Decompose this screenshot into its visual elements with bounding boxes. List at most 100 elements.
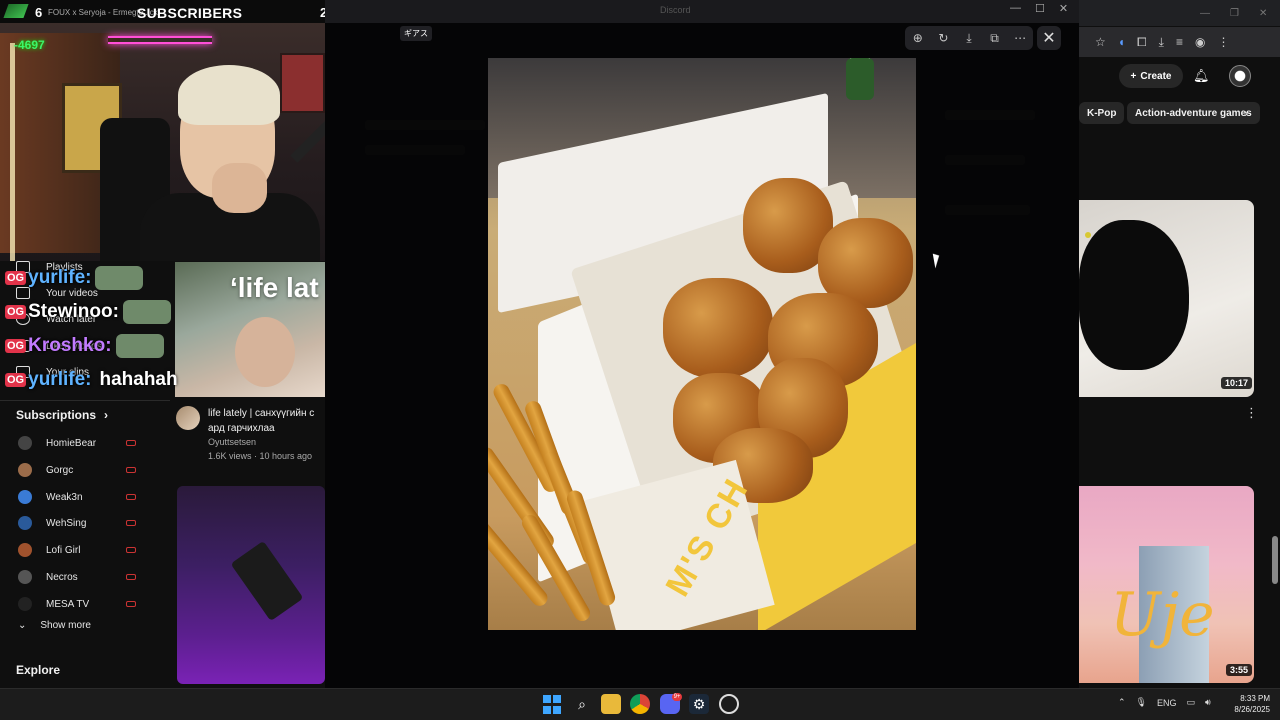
create-button[interactable]: + Create: [1119, 64, 1183, 88]
thumbnail-cat-eye: [1085, 232, 1091, 238]
video-duration: 10:17: [1221, 377, 1253, 389]
live-indicator-icon: [126, 494, 136, 500]
window-close-icon[interactable]: ✕: [1259, 8, 1267, 19]
queue-icon[interactable]: ≡: [1176, 35, 1183, 49]
sidebar-item-subscription[interactable]: Necros: [18, 567, 138, 587]
chrome-window-controls: — ❐ ✕: [1200, 8, 1267, 19]
subscription-name: MESA TV: [46, 598, 90, 610]
chat-message: OG Kroshko:: [5, 331, 164, 361]
channel-avatar: [18, 490, 32, 504]
more-options-icon[interactable]: ⋮: [1245, 405, 1258, 421]
more-icon[interactable]: ⋯: [1011, 29, 1029, 47]
live-indicator-icon: [126, 440, 136, 446]
subscription-name: Necros: [46, 571, 78, 583]
plus-icon: +: [1130, 70, 1137, 82]
channel-avatar[interactable]: [176, 406, 200, 430]
channel-avatar: [18, 543, 32, 557]
chat-username: Stewinoo:: [28, 301, 119, 322]
maximize-icon[interactable]: ☐: [1035, 2, 1045, 15]
chip-action-adventure[interactable]: Action-adventure games: [1127, 102, 1260, 124]
video-thumbnail[interactable]: [177, 486, 325, 684]
file-explorer-icon[interactable]: [601, 694, 621, 714]
profile-icon[interactable]: ◉: [1195, 35, 1205, 49]
live-indicator-icon: [126, 467, 136, 473]
minimize-icon[interactable]: —: [1200, 8, 1210, 19]
thumbnail-cat: [1079, 220, 1189, 370]
photo-chicken: [663, 278, 773, 378]
display-icon[interactable]: ▭: [1187, 697, 1196, 708]
bookmark-star-icon[interactable]: ☆: [1095, 35, 1106, 49]
clock-date: 8/26/2025: [1234, 705, 1270, 714]
mic-icon[interactable]: 🎙︎: [1136, 697, 1147, 708]
open-external-icon[interactable]: ⧉: [986, 29, 1004, 47]
app-icon[interactable]: [719, 694, 739, 714]
puzzle-icon[interactable]: ⧠: [1137, 35, 1147, 50]
language-indicator[interactable]: ENG: [1157, 698, 1177, 708]
chevron-up-icon[interactable]: ⌃: [1118, 697, 1126, 708]
chrome-icon[interactable]: [630, 694, 650, 714]
photo-bottle: [846, 58, 874, 100]
sidebar-item-subscription[interactable]: WehSing: [18, 513, 138, 533]
bell-icon[interactable]: 🔔︎: [1193, 68, 1210, 84]
clock-time: 8:33 PM: [1240, 694, 1270, 703]
search-icon[interactable]: ⌕: [572, 694, 592, 714]
download-icon[interactable]: ⤓: [960, 29, 978, 47]
sidebar-item-subscription[interactable]: MESA TV: [18, 594, 138, 614]
kebab-menu-icon[interactable]: ⋮: [1217, 35, 1229, 49]
sidebar-item-subscription[interactable]: Weak3n: [18, 487, 138, 507]
chat-badge: OG: [5, 305, 27, 319]
download-icon[interactable]: ⤓: [1159, 35, 1164, 50]
extension-icon[interactable]: ◖: [1118, 35, 1125, 49]
video-channel[interactable]: Oyuttsetsen: [208, 437, 256, 447]
thumbnail-text: Uje: [1110, 580, 1215, 650]
sidebar-item-subscription[interactable]: Lofi Girl: [18, 540, 138, 560]
chat-text: hahahah: [99, 369, 178, 390]
chat-badge: OG: [5, 339, 27, 353]
volume-icon[interactable]: 🔊︎: [1205, 697, 1211, 708]
chat-message: OG yurlife:: [5, 263, 144, 293]
subscription-name: Gorgc: [46, 464, 74, 476]
chat-badge: OG: [5, 271, 27, 285]
subscribers-label: SUBSCRIBERS: [137, 5, 243, 21]
subscription-name: Weak3n: [46, 491, 83, 503]
create-label: Create: [1140, 70, 1172, 82]
minimize-icon[interactable]: —: [1010, 2, 1021, 15]
avatar[interactable]: [1229, 65, 1251, 87]
sidebar-item-subscription[interactable]: HomieBear: [18, 433, 138, 453]
subscription-name: HomieBear: [46, 437, 97, 449]
video-thumbnail[interactable]: ‘life lat: [175, 262, 325, 397]
image-viewer-toolbar: ⊕ ↻ ⤓ ⧉ ⋯: [905, 26, 1033, 50]
channel-avatar: [18, 516, 32, 530]
window-controls: — ☐ ✕: [1010, 2, 1068, 15]
start-button[interactable]: [542, 694, 562, 714]
taskbar-clock[interactable]: 8:33 PM 8/26/2025: [1222, 693, 1270, 715]
show-more-button[interactable]: ⌄ Show more: [18, 620, 91, 631]
chat-message: OG yurlife: hahahah: [5, 365, 178, 395]
chip-kpop[interactable]: K-Pop: [1079, 102, 1125, 124]
chrome-toolbar: ☆ ◖ ⧠ ⤓ ≡ ◉ ⋮: [1079, 27, 1280, 57]
image-viewer-image[interactable]: M'S CH: [488, 58, 916, 630]
scrollbar[interactable]: [1272, 536, 1278, 584]
maximize-icon[interactable]: ❐: [1230, 8, 1239, 19]
video-title[interactable]: life lately | санхүүгийн с ард гарчихлаа: [208, 406, 326, 436]
chat-username: yurlife:: [28, 369, 92, 390]
gun-illustration: [230, 540, 304, 622]
thumbnail-person: [235, 317, 295, 387]
stream-counter: -4697: [14, 38, 45, 52]
zoom-in-icon[interactable]: ⊕: [909, 29, 927, 47]
video-thumbnail[interactable]: [1079, 200, 1254, 397]
steam-icon[interactable]: ⚙: [689, 694, 709, 714]
chevron-right-icon[interactable]: ›: [1244, 106, 1248, 120]
live-indicator-icon: [126, 574, 136, 580]
window-close-icon[interactable]: ✕: [1059, 2, 1068, 15]
neon-strip: [108, 36, 212, 44]
sidebar-item-subscription[interactable]: Gorgc: [18, 460, 138, 480]
viewer-close-button[interactable]: ✕: [1037, 26, 1061, 50]
chat-emote-icon: [115, 334, 164, 358]
window-title: Discord: [660, 5, 691, 15]
rotate-icon[interactable]: ↻: [934, 29, 952, 47]
video-duration: 3:55: [1226, 664, 1253, 676]
subscriptions-heading[interactable]: Subscriptions ›: [16, 408, 108, 422]
channel-avatar: [18, 570, 32, 584]
system-tray: ⌃ 🎙︎ ENG ▭ 🔊︎: [1118, 697, 1211, 708]
